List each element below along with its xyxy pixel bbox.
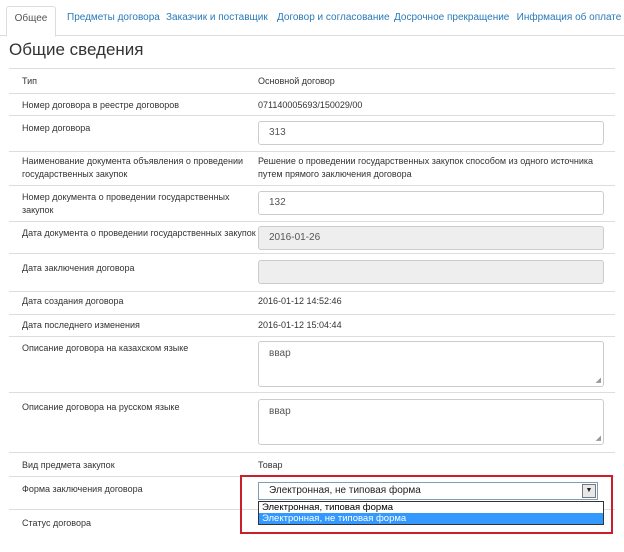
resize-grip-icon[interactable]: ◢ (596, 377, 601, 384)
procurement-doc-number-input[interactable]: 132 (258, 191, 604, 215)
creation-date-label: Дата создания договора (22, 296, 124, 306)
row-type: Тип Основной договор (9, 68, 615, 93)
row-procurement-doc-date: Дата документа о проведении государствен… (9, 221, 615, 253)
row-description-ru: Описание договора на русском языке ввар … (9, 392, 615, 452)
registry-number-value: 071140005693/150029/00 (258, 100, 363, 110)
conclusion-date-input[interactable] (258, 260, 604, 284)
conclusion-date-label: Дата заключения договора (22, 263, 135, 273)
type-value: Основной договор (258, 76, 335, 86)
announcement-doc-label-line2: государственных закупок (22, 169, 128, 179)
description-ru-value: ввар (269, 406, 291, 417)
row-contract-number: Номер договора 313 (9, 115, 615, 151)
tab-early-termination[interactable]: Досрочное прекращение (394, 6, 509, 36)
creation-date-value: 2016-01-12 14:52:46 (258, 296, 342, 306)
row-conclusion-date: Дата заключения договора (9, 253, 615, 291)
subject-type-label: Вид предмета закупок (22, 460, 115, 470)
conclusion-form-select[interactable]: Электронная, не типовая форма ▼ (258, 482, 598, 500)
announcement-doc-label-line1: Наименование документа объявления о пров… (22, 156, 243, 166)
type-label: Тип (22, 76, 38, 86)
status-label: Статус договора (22, 518, 91, 528)
description-kz-textarea[interactable]: ввар ◢ (258, 341, 604, 387)
announcement-doc-value-line1: Решение о проведении государственных зак… (258, 156, 594, 166)
tab-general[interactable]: Общее (6, 6, 56, 37)
row-last-modified: Дата последнего изменения 2016-01-12 15:… (9, 314, 615, 336)
tab-contract-approval[interactable]: Договор и согласование (277, 6, 390, 36)
description-kz-label: Описание договора на казахском языке (22, 343, 189, 353)
dropdown-option[interactable]: Электронная, типовая форма (259, 502, 603, 513)
row-description-kz: Описание договора на казахском языке вва… (9, 336, 615, 392)
row-subject-type: Вид предмета закупок Товар (9, 452, 615, 476)
subject-type-value: Товар (258, 460, 283, 470)
row-procurement-doc-number: Номер документа о проведении государстве… (9, 185, 615, 221)
page-title: Общие сведения (9, 40, 144, 59)
row-creation-date: Дата создания договора 2016-01-12 14:52:… (9, 291, 615, 314)
row-announcement-doc: Наименование документа объявления о пров… (9, 151, 615, 185)
last-modified-value: 2016-01-12 15:04:44 (258, 320, 342, 330)
procurement-doc-number-label-line1: Номер документа о проведении государстве… (22, 192, 230, 202)
tab-contract-items[interactable]: Предметы договора (67, 6, 160, 36)
procurement-doc-date-label: Дата документа о проведении государствен… (22, 228, 256, 238)
resize-grip-icon[interactable]: ◢ (596, 435, 601, 442)
procurement-doc-number-label-line2: закупок (22, 205, 54, 215)
procurement-doc-date-input[interactable]: 2016-01-26 (258, 226, 604, 250)
registry-number-label: Номер договора в реестре договоров (22, 100, 180, 110)
contract-number-input[interactable]: 313 (258, 121, 604, 145)
conclusion-form-selected-value: Электронная, не типовая форма (269, 485, 421, 496)
dropdown-option-selected[interactable]: Электронная, не типовая форма (259, 513, 603, 524)
tab-bar: Общее Предметы договора Заказчик и поста… (0, 0, 624, 37)
description-ru-textarea[interactable]: ввар ◢ (258, 399, 604, 445)
chevron-down-icon[interactable]: ▼ (582, 484, 596, 498)
conclusion-form-dropdown: Электронная, типовая форма Электронная, … (258, 501, 604, 525)
description-ru-label: Описание договора на русском языке (22, 402, 180, 412)
contract-number-label: Номер договора (22, 123, 91, 133)
announcement-doc-value-line2: путем прямого заключения договора (258, 169, 412, 179)
last-modified-label: Дата последнего изменения (22, 320, 140, 330)
tab-payment-info[interactable]: Инфрмация об оплате (516, 6, 622, 36)
tab-customer-supplier[interactable]: Заказчик и поставщик (166, 6, 268, 36)
conclusion-form-label: Форма заключения договора (22, 484, 143, 494)
row-registry-number: Номер договора в реестре договоров 07114… (9, 93, 615, 115)
description-kz-value: ввар (269, 348, 291, 359)
